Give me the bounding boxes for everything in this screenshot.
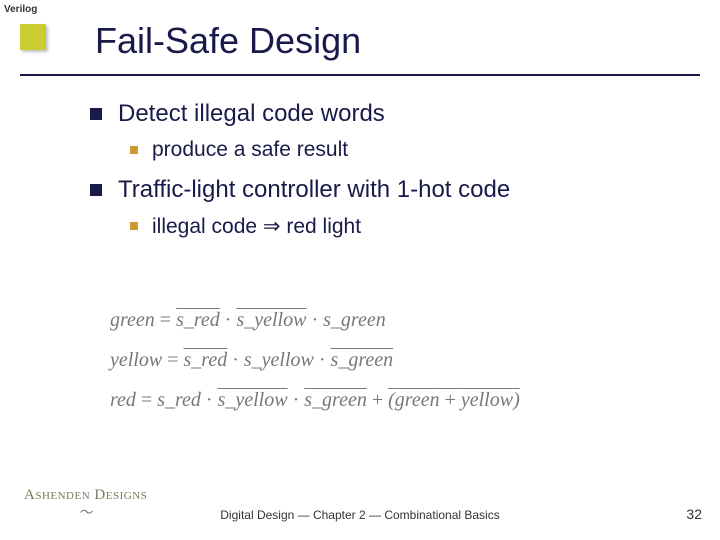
plus-icon: + — [440, 389, 461, 411]
eq-term: s_yellow — [244, 349, 314, 371]
implies-icon: ⇒ — [263, 215, 286, 238]
bullet-icon — [130, 222, 138, 230]
title-rule — [20, 74, 700, 76]
equation-row: yellow = s_red · s_yellow · s_green — [110, 340, 520, 380]
footer-text: Digital Design — Chapter 2 — Combination… — [0, 508, 720, 522]
bullet-text: Detect illegal code words — [118, 100, 385, 128]
eq-term: s_green — [323, 309, 386, 331]
header-label: Verilog — [4, 4, 37, 15]
equation-row: red = s_red · s_yellow · s_green + (gree… — [110, 380, 520, 420]
eq-term-bar: s_yellow — [218, 389, 288, 411]
eq-term-bar: s_green — [304, 389, 367, 411]
eq-term-bar: s_green — [331, 349, 394, 371]
equals-icon: = — [141, 389, 157, 411]
plus-icon: + — [372, 389, 388, 411]
eq-term-bar: s_red — [184, 349, 228, 371]
eq-term: green — [395, 389, 440, 411]
bullet-icon — [90, 184, 102, 196]
page-number: 32 — [686, 506, 702, 522]
eq-lhs: green — [110, 309, 155, 331]
dot-icon: · — [293, 389, 305, 411]
bullet-level2: illegal code ⇒ red light — [130, 214, 670, 239]
bullet-icon — [90, 108, 102, 120]
bullet-icon — [130, 146, 138, 154]
bullet-text-right: red light — [286, 215, 361, 238]
bullet-text: illegal code ⇒ red light — [152, 214, 361, 239]
dot-icon: · — [232, 349, 244, 371]
eq-term: s_red — [157, 389, 201, 411]
eq-term: yellow — [461, 389, 513, 411]
bullet-level2: produce a safe result — [130, 138, 670, 162]
bullet-text: Traffic-light controller with 1-hot code — [118, 176, 510, 204]
eq-term-bar: s_yellow — [236, 309, 306, 331]
equation-row: green = s_red · s_yellow · s_green — [110, 300, 520, 340]
equals-icon: = — [167, 349, 183, 371]
dot-icon: · — [225, 309, 237, 331]
slide-title: Fail-Safe Design — [95, 20, 361, 62]
eq-term-bar: s_red — [176, 309, 220, 331]
bullet-text: produce a safe result — [152, 138, 348, 162]
accent-block — [20, 24, 46, 50]
eq-term-bar: (green + yellow) — [388, 389, 520, 411]
bullet-level1: Traffic-light controller with 1-hot code — [90, 176, 670, 204]
dot-icon: · — [319, 349, 331, 371]
eq-lhs: yellow — [110, 349, 162, 371]
dot-icon: · — [311, 309, 323, 331]
equals-icon: = — [160, 309, 176, 331]
dot-icon: · — [206, 389, 218, 411]
logo-text: Ashenden Designs — [24, 487, 147, 503]
bullet-text-left: illegal code — [152, 215, 257, 238]
equations-block: green = s_red · s_yellow · s_green yello… — [110, 300, 520, 420]
content-area: Detect illegal code words produce a safe… — [90, 100, 670, 253]
eq-lhs: red — [110, 389, 136, 411]
bullet-level1: Detect illegal code words — [90, 100, 670, 128]
